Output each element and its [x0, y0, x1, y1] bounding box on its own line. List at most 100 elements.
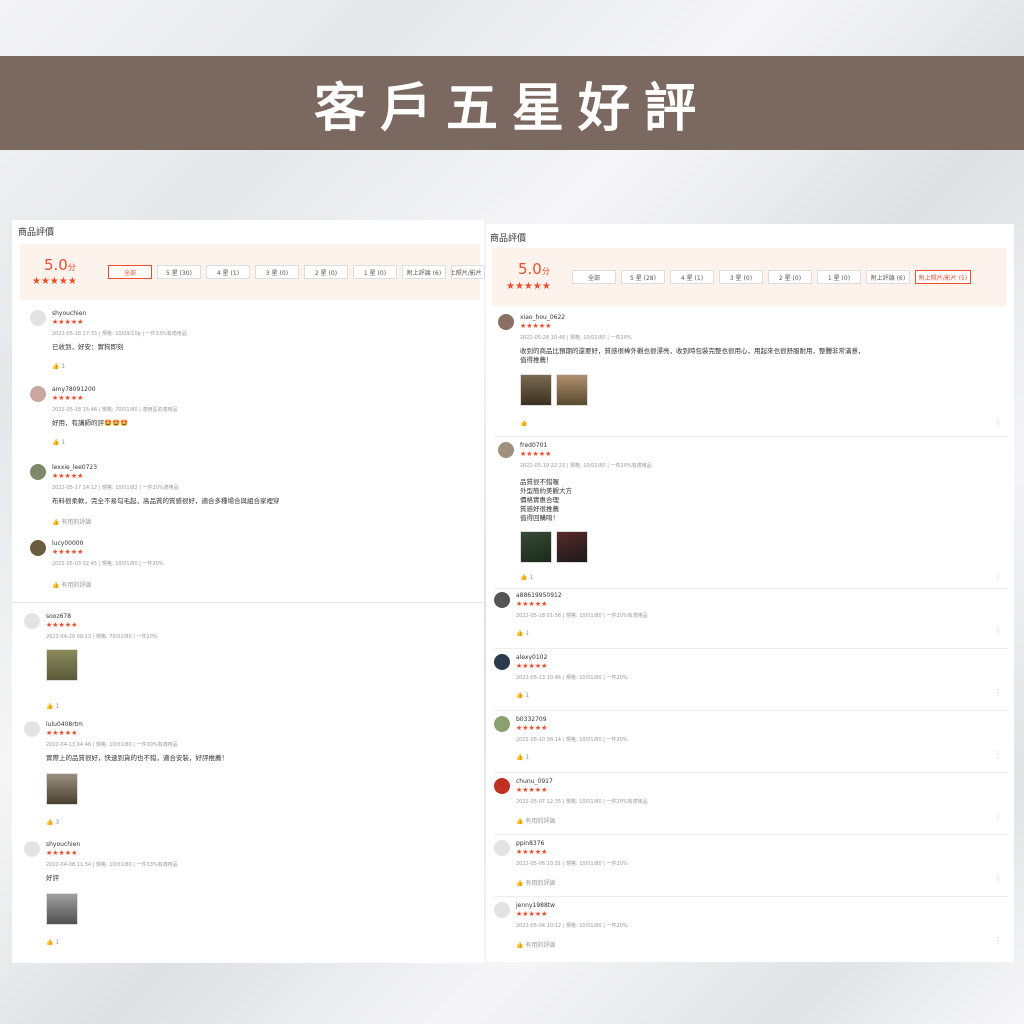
- review-stars: ★★★★★: [516, 600, 548, 608]
- reviewer-name: ppin8376: [516, 840, 545, 847]
- rating-summary: 5.0分 ★★★★★ 全部 5 星 (28) 4 星 (1) 3 星 (0) 2…: [492, 248, 1006, 306]
- filter-with-comment[interactable]: 附上評論 (6): [866, 270, 910, 284]
- like-button[interactable]: 👍 1: [516, 630, 529, 637]
- avatar: [24, 841, 40, 857]
- avatar: [494, 716, 510, 732]
- like-button[interactable]: 👍 1: [52, 439, 65, 446]
- review-item: lulu0408rtm ★★★★★ 2022-04-13 04:46 | 規格:…: [24, 721, 474, 831]
- divider: [494, 648, 1008, 649]
- review-meta: 2022-05-28 10:46 | 規格: 10/01/80 | 一件20%: [520, 335, 632, 341]
- average-stars: ★★★★★: [506, 281, 551, 292]
- avatar: [498, 442, 514, 458]
- review-meta: 2022-05-17 14:12 | 規格: 10/01/82 | 一件20%適…: [52, 485, 179, 491]
- filter-with-media[interactable]: 附上照片/影片 (5): [915, 270, 971, 284]
- avatar: [24, 721, 40, 737]
- more-options-icon[interactable]: ⋮: [994, 626, 1002, 635]
- like-button[interactable]: 👍 有用的評論: [52, 517, 91, 526]
- average-score: 5.0分: [518, 260, 550, 278]
- review-item: jenny1988tw ★★★★★ 2022-05-04 10:12 | 規格:…: [494, 902, 1008, 958]
- filter-with-comment[interactable]: 附上評論 (6): [402, 265, 446, 279]
- reviewer-name: amy78091200: [52, 386, 96, 393]
- avatar: [30, 464, 46, 480]
- reviewer-name: lulu0408rtm: [46, 721, 83, 728]
- like-button[interactable]: 👍 1: [516, 754, 529, 761]
- review-photo[interactable]: [520, 374, 552, 406]
- review-meta: 2022-05-18 17:33 | 規格: 10/09/10p | 一件33%…: [52, 331, 187, 337]
- review-meta: 2022-05-06 10:31 | 規格: 10/01/80 | 一件20%: [516, 861, 628, 867]
- thumb-up-icon: 👍: [516, 754, 524, 761]
- review-meta: 2022-05-04 10:12 | 規格: 10/01/80 | 一件20%: [516, 923, 628, 929]
- filter-3-star[interactable]: 3 星 (0): [255, 265, 299, 279]
- review-meta: 2022-05-07 12:35 | 規格: 10/01/80 | 一件20%有…: [516, 799, 648, 805]
- thumb-up-icon: 👍: [520, 420, 528, 427]
- like-button[interactable]: 👍 有用的評論: [516, 940, 555, 949]
- reviewer-name: lexxie_lee0723: [52, 464, 98, 471]
- review-text: 好評: [46, 874, 59, 882]
- reviewer-name: lucy00000: [52, 540, 84, 547]
- review-photo[interactable]: [556, 374, 588, 406]
- filter-1-star[interactable]: 1 星 (0): [817, 270, 861, 284]
- like-button[interactable]: 👍: [520, 420, 527, 427]
- like-button[interactable]: 👍 有用的評論: [516, 816, 555, 825]
- rating-summary: 5.0分 ★★★★★ 全部 5 星 (30) 4 星 (1) 3 星 (0) 2…: [20, 244, 485, 300]
- review-meta: 2022-05-10 08:14 | 規格: 10/01/80 | 一件20%: [516, 737, 628, 743]
- review-meta: 2022-04-13 04:46 | 規格: 10/01/80 | 一件30%有…: [46, 742, 178, 748]
- filter-2-star[interactable]: 2 星 (0): [768, 270, 812, 284]
- review-stars: ★★★★★: [520, 322, 552, 330]
- filter-with-media[interactable]: 附上照片/影片 (5): [451, 265, 485, 279]
- review-item: alexy0102 ★★★★★ 2022-05-13 10:46 | 規格: 1…: [494, 654, 1008, 710]
- more-options-icon[interactable]: ⋮: [994, 874, 1002, 883]
- review-photo[interactable]: [520, 531, 552, 563]
- like-button[interactable]: 👍 1: [46, 939, 59, 946]
- more-options-icon[interactable]: ⋮: [994, 936, 1002, 945]
- review-text: 布料很柔軟，完全不易勾毛起，高品質的質感很好，適合多種場合與組合家裡穿: [52, 497, 280, 505]
- more-options-icon[interactable]: ⋮: [994, 688, 1002, 697]
- review-photo[interactable]: [46, 893, 78, 925]
- panel-title: 商品評價: [18, 228, 55, 238]
- reviewer-name: shyouchien: [46, 841, 81, 848]
- review-stars: ★★★★★: [520, 450, 552, 458]
- like-button[interactable]: 👍 1: [46, 703, 59, 710]
- review-item: lexxie_lee0723 ★★★★★ 2022-05-17 14:12 | …: [30, 464, 470, 534]
- review-text: 實際上的品質很好，快速到貨的也不錯，適合安裝，好評推薦！: [46, 754, 228, 762]
- more-options-icon[interactable]: ⋮: [994, 750, 1002, 759]
- review-text: 品質很不錯喔 外型簡約美觀大方 價格實惠合理 質感好很推薦 值得回購唷！: [520, 478, 572, 522]
- filter-5-star[interactable]: 5 星 (30): [157, 265, 201, 279]
- filter-4-star[interactable]: 4 星 (1): [670, 270, 714, 284]
- review-stars: ★★★★★: [516, 910, 548, 918]
- filter-2-star[interactable]: 2 星 (0): [304, 265, 348, 279]
- review-photo[interactable]: [46, 649, 78, 681]
- banner-title: 客戶五星好評: [313, 78, 710, 139]
- more-options-icon[interactable]: ⋮: [994, 418, 1002, 427]
- left-review-panel-continued: sooz678 ★★★★★ 2022-04-29 00:13 | 規格: 70/…: [12, 602, 484, 963]
- review-item: lucy00000 ★★★★★ 2022-05-03 02:45 | 規格: 1…: [30, 540, 470, 600]
- filter-all[interactable]: 全部: [108, 265, 152, 279]
- like-button[interactable]: 👍 1: [516, 692, 529, 699]
- average-stars: ★★★★★: [32, 276, 77, 287]
- more-options-icon[interactable]: ⋮: [994, 812, 1002, 821]
- review-stars: ★★★★★: [52, 394, 84, 402]
- filter-all[interactable]: 全部: [572, 270, 616, 284]
- review-stars: ★★★★★: [516, 724, 548, 732]
- review-photo[interactable]: [556, 531, 588, 563]
- like-button[interactable]: 👍 3: [46, 819, 59, 826]
- like-button[interactable]: 👍 1: [520, 574, 533, 581]
- thumb-up-icon: 👍: [46, 703, 54, 710]
- filter-3-star[interactable]: 3 星 (0): [719, 270, 763, 284]
- rating-filters: 全部 5 星 (28) 4 星 (1) 3 星 (0) 2 星 (0) 1 星 …: [572, 270, 971, 284]
- like-button[interactable]: 👍 1: [52, 363, 65, 370]
- like-button[interactable]: 👍 有用的評論: [52, 580, 91, 589]
- filter-1-star[interactable]: 1 星 (0): [353, 265, 397, 279]
- filter-4-star[interactable]: 4 星 (1): [206, 265, 250, 279]
- like-button[interactable]: 👍 有用的評論: [516, 878, 555, 887]
- review-item: shyouchien ★★★★★ 2022-05-18 17:33 | 規格: …: [30, 310, 470, 380]
- divider: [494, 710, 1008, 711]
- review-text: 收到的商品比預期的還要好，質感很棒外觀也很漂亮，收到時包裝完整也很用心，用起來也…: [520, 347, 865, 364]
- thumb-up-icon: 👍: [46, 819, 54, 826]
- review-photo[interactable]: [46, 773, 78, 805]
- filter-5-star[interactable]: 5 星 (28): [621, 270, 665, 284]
- reviewer-name: fred0701: [520, 442, 548, 449]
- divider: [494, 436, 1008, 437]
- review-stars: ★★★★★: [516, 662, 548, 670]
- more-options-icon[interactable]: ⋮: [994, 572, 1002, 581]
